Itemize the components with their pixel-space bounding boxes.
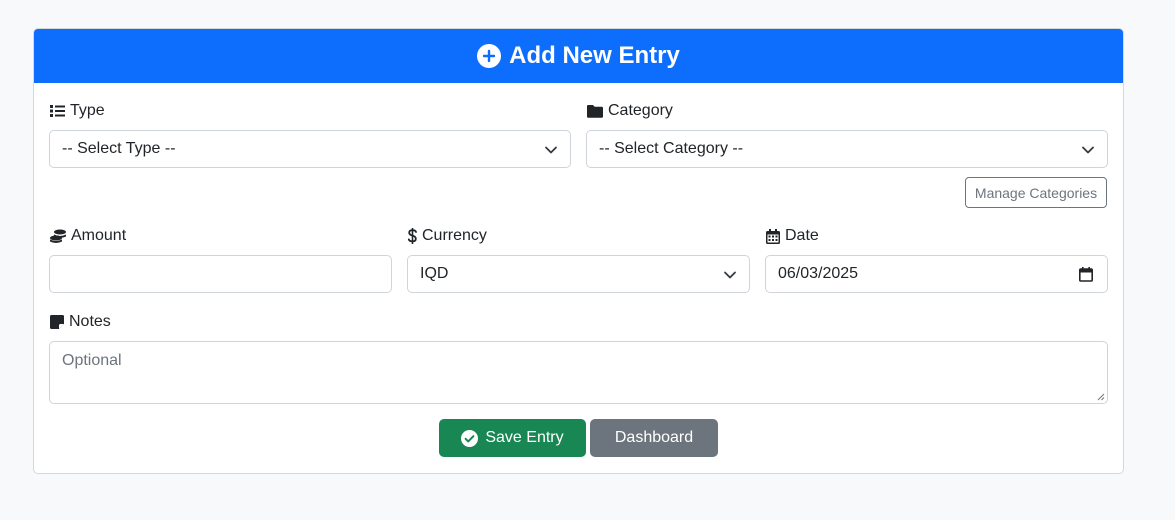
dashboard-button[interactable]: Dashboard	[590, 419, 718, 457]
amount-label: Amount	[50, 226, 126, 246]
date-input[interactable]: 06/03/2025	[765, 255, 1108, 293]
calendar-icon	[766, 228, 780, 244]
save-entry-button[interactable]: Save Entry	[439, 419, 586, 457]
category-select[interactable]: -- Select Category --	[586, 130, 1108, 168]
note-icon	[50, 315, 64, 329]
manage-categories-button[interactable]: Manage Categories	[965, 177, 1107, 208]
resize-handle-icon[interactable]	[1097, 393, 1105, 401]
chevron-down-icon	[1082, 146, 1094, 154]
add-entry-card: Add New Entry Type -- Select Type -- Cat…	[33, 28, 1124, 474]
currency-select[interactable]: IQD	[407, 255, 750, 293]
calendar-picker-icon[interactable]	[1079, 267, 1093, 282]
amount-input[interactable]	[49, 255, 392, 293]
check-circle-icon	[461, 429, 479, 447]
category-label: Category	[587, 101, 673, 121]
currency-label: Currency	[408, 226, 487, 246]
chevron-down-icon	[545, 146, 557, 154]
card-header: Add New Entry	[34, 29, 1123, 83]
date-label: Date	[766, 226, 819, 246]
coins-icon	[50, 229, 66, 243]
page-title: Add New Entry	[509, 42, 680, 69]
list-icon	[50, 105, 65, 117]
chevron-down-icon	[724, 271, 736, 279]
folder-icon	[587, 105, 603, 118]
type-label: Type	[50, 101, 105, 121]
plus-circle-icon	[477, 44, 502, 68]
type-select[interactable]: -- Select Type --	[49, 130, 571, 168]
notes-label: Notes	[50, 312, 111, 332]
dollar-icon	[408, 228, 417, 244]
notes-textarea[interactable]: Optional	[49, 341, 1108, 404]
